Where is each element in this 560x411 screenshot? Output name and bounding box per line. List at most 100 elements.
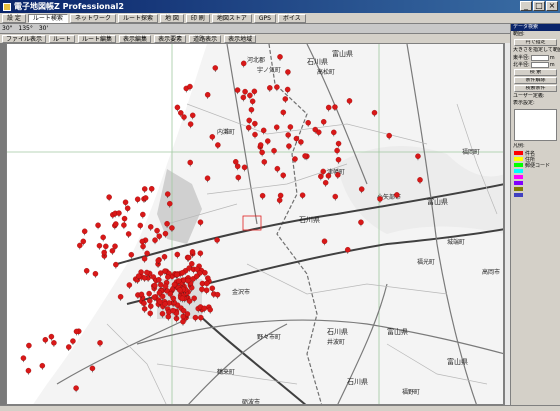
toolbar-button-1[interactable]: ルート検索 — [27, 13, 68, 23]
toolbar-button-8[interactable]: ボイス — [277, 13, 306, 23]
location-pin[interactable] — [299, 192, 306, 200]
location-pin[interactable] — [318, 173, 324, 181]
location-pin[interactable] — [345, 246, 351, 254]
toolbar-button-2[interactable]: ネットワーク — [69, 13, 116, 23]
location-pin[interactable] — [157, 270, 164, 278]
location-pin[interactable] — [277, 54, 283, 61]
location-pin[interactable] — [209, 285, 216, 293]
location-pin[interactable] — [321, 238, 328, 246]
subbar-button-1[interactable]: ルート — [49, 34, 76, 43]
location-pin[interactable] — [252, 120, 258, 128]
toolbar-button-4[interactable]: 地 図 — [159, 13, 184, 23]
location-pin[interactable] — [198, 314, 204, 322]
location-pin[interactable] — [280, 109, 287, 117]
location-pin[interactable] — [285, 132, 291, 139]
location-pin[interactable] — [335, 172, 341, 179]
location-pin[interactable] — [89, 365, 96, 373]
location-pin[interactable] — [185, 254, 192, 262]
location-pin[interactable] — [141, 306, 148, 313]
location-pin[interactable] — [325, 173, 332, 180]
location-pin[interactable] — [197, 219, 204, 227]
condition-button[interactable]: 検索条件 — [514, 85, 557, 92]
location-pin[interactable] — [141, 255, 148, 263]
location-pin[interactable] — [192, 314, 199, 322]
location-pin[interactable] — [161, 253, 168, 261]
location-pin[interactable] — [141, 300, 147, 308]
location-pin[interactable] — [286, 143, 292, 151]
location-pin[interactable] — [165, 313, 172, 321]
location-pin[interactable] — [174, 251, 181, 259]
location-pin[interactable] — [146, 290, 152, 298]
subbar-button-2[interactable]: ルート編集 — [78, 34, 117, 43]
location-pin[interactable] — [265, 138, 271, 146]
subbar-button-6[interactable]: 表示地域 — [224, 34, 257, 43]
location-pin[interactable] — [386, 132, 392, 140]
location-pin[interactable] — [73, 385, 79, 393]
location-pin[interactable] — [280, 172, 286, 180]
location-pin[interactable] — [285, 69, 291, 76]
location-pin[interactable] — [249, 98, 256, 106]
close-button[interactable]: × — [546, 1, 558, 11]
location-pin[interactable] — [240, 60, 247, 68]
location-pin[interactable] — [335, 140, 342, 148]
clear-button[interactable]: 条件解除 — [514, 77, 557, 84]
location-pin[interactable] — [214, 237, 220, 244]
location-pin[interactable] — [117, 294, 124, 301]
location-pin[interactable] — [284, 86, 291, 94]
location-pin[interactable] — [274, 165, 281, 173]
location-pin[interactable] — [274, 84, 280, 92]
location-pin[interactable] — [245, 124, 252, 132]
location-pin[interactable] — [298, 139, 304, 146]
location-pin[interactable] — [241, 164, 248, 172]
location-pin[interactable] — [207, 306, 213, 314]
location-pin[interactable] — [261, 159, 268, 166]
toolbar-button-3[interactable]: ルート探索 — [117, 13, 158, 23]
result-list[interactable] — [514, 109, 557, 141]
location-pin[interactable] — [287, 124, 294, 131]
location-pin[interactable] — [180, 318, 186, 326]
east-radius-input[interactable] — [530, 54, 549, 61]
location-pin[interactable] — [271, 147, 277, 155]
location-pin[interactable] — [152, 237, 158, 245]
location-pin[interactable] — [197, 250, 204, 258]
location-pin[interactable] — [248, 106, 255, 114]
maximize-button[interactable]: □ — [533, 1, 545, 11]
location-pin[interactable] — [209, 134, 216, 141]
map-view[interactable]: 石川県 富山県 富山県 石川県 石川県 富山県 石川県 富山県 河北郡 宇ノ気町 高松町 内灘町 津幡町… — [6, 43, 504, 405]
north-radius-input[interactable] — [530, 61, 549, 68]
location-pin[interactable] — [189, 112, 196, 120]
location-pin[interactable] — [320, 119, 327, 126]
location-pin[interactable] — [204, 92, 211, 99]
location-pin[interactable] — [259, 192, 266, 200]
subbar-button-0[interactable]: ファイル表示 — [2, 34, 47, 43]
location-pin[interactable] — [259, 149, 265, 157]
location-pin[interactable] — [252, 131, 258, 139]
location-pin[interactable] — [334, 147, 340, 155]
location-pin[interactable] — [147, 224, 154, 231]
location-pin[interactable] — [235, 174, 242, 182]
location-pin[interactable] — [214, 291, 221, 299]
location-pin[interactable] — [187, 121, 194, 129]
location-pin[interactable] — [322, 179, 329, 187]
subbar-button-3[interactable]: 表示編集 — [119, 34, 152, 43]
search-button[interactable]: 検 索 — [514, 69, 557, 76]
location-pin[interactable] — [140, 243, 146, 251]
map-canvas[interactable]: 石川県富山県富山県石川県石川県 富山県石川県富山県河北郡宇ノ気町 高松町内灘町津幡町… — [7, 44, 504, 405]
range-button[interactable]: 円で指定 — [514, 39, 557, 46]
location-pin[interactable] — [332, 193, 339, 201]
location-pin[interactable] — [126, 282, 133, 289]
location-pin[interactable] — [371, 109, 378, 117]
toolbar-button-0[interactable]: 設 定 — [2, 13, 26, 23]
location-pin[interactable] — [212, 65, 219, 72]
toolbar-button-5[interactable]: 印 刷 — [185, 13, 210, 23]
toolbar-button-6[interactable]: 地図ストア — [211, 13, 252, 23]
location-pin[interactable] — [204, 175, 211, 183]
location-pin[interactable] — [203, 287, 210, 295]
location-pin[interactable] — [242, 88, 248, 96]
subbar-button-4[interactable]: 表示要素 — [154, 34, 187, 43]
location-pin[interactable] — [346, 98, 353, 105]
location-pin[interactable] — [246, 117, 252, 125]
location-pin[interactable] — [141, 275, 148, 282]
location-pin[interactable] — [247, 92, 253, 100]
location-pin[interactable] — [276, 197, 283, 205]
